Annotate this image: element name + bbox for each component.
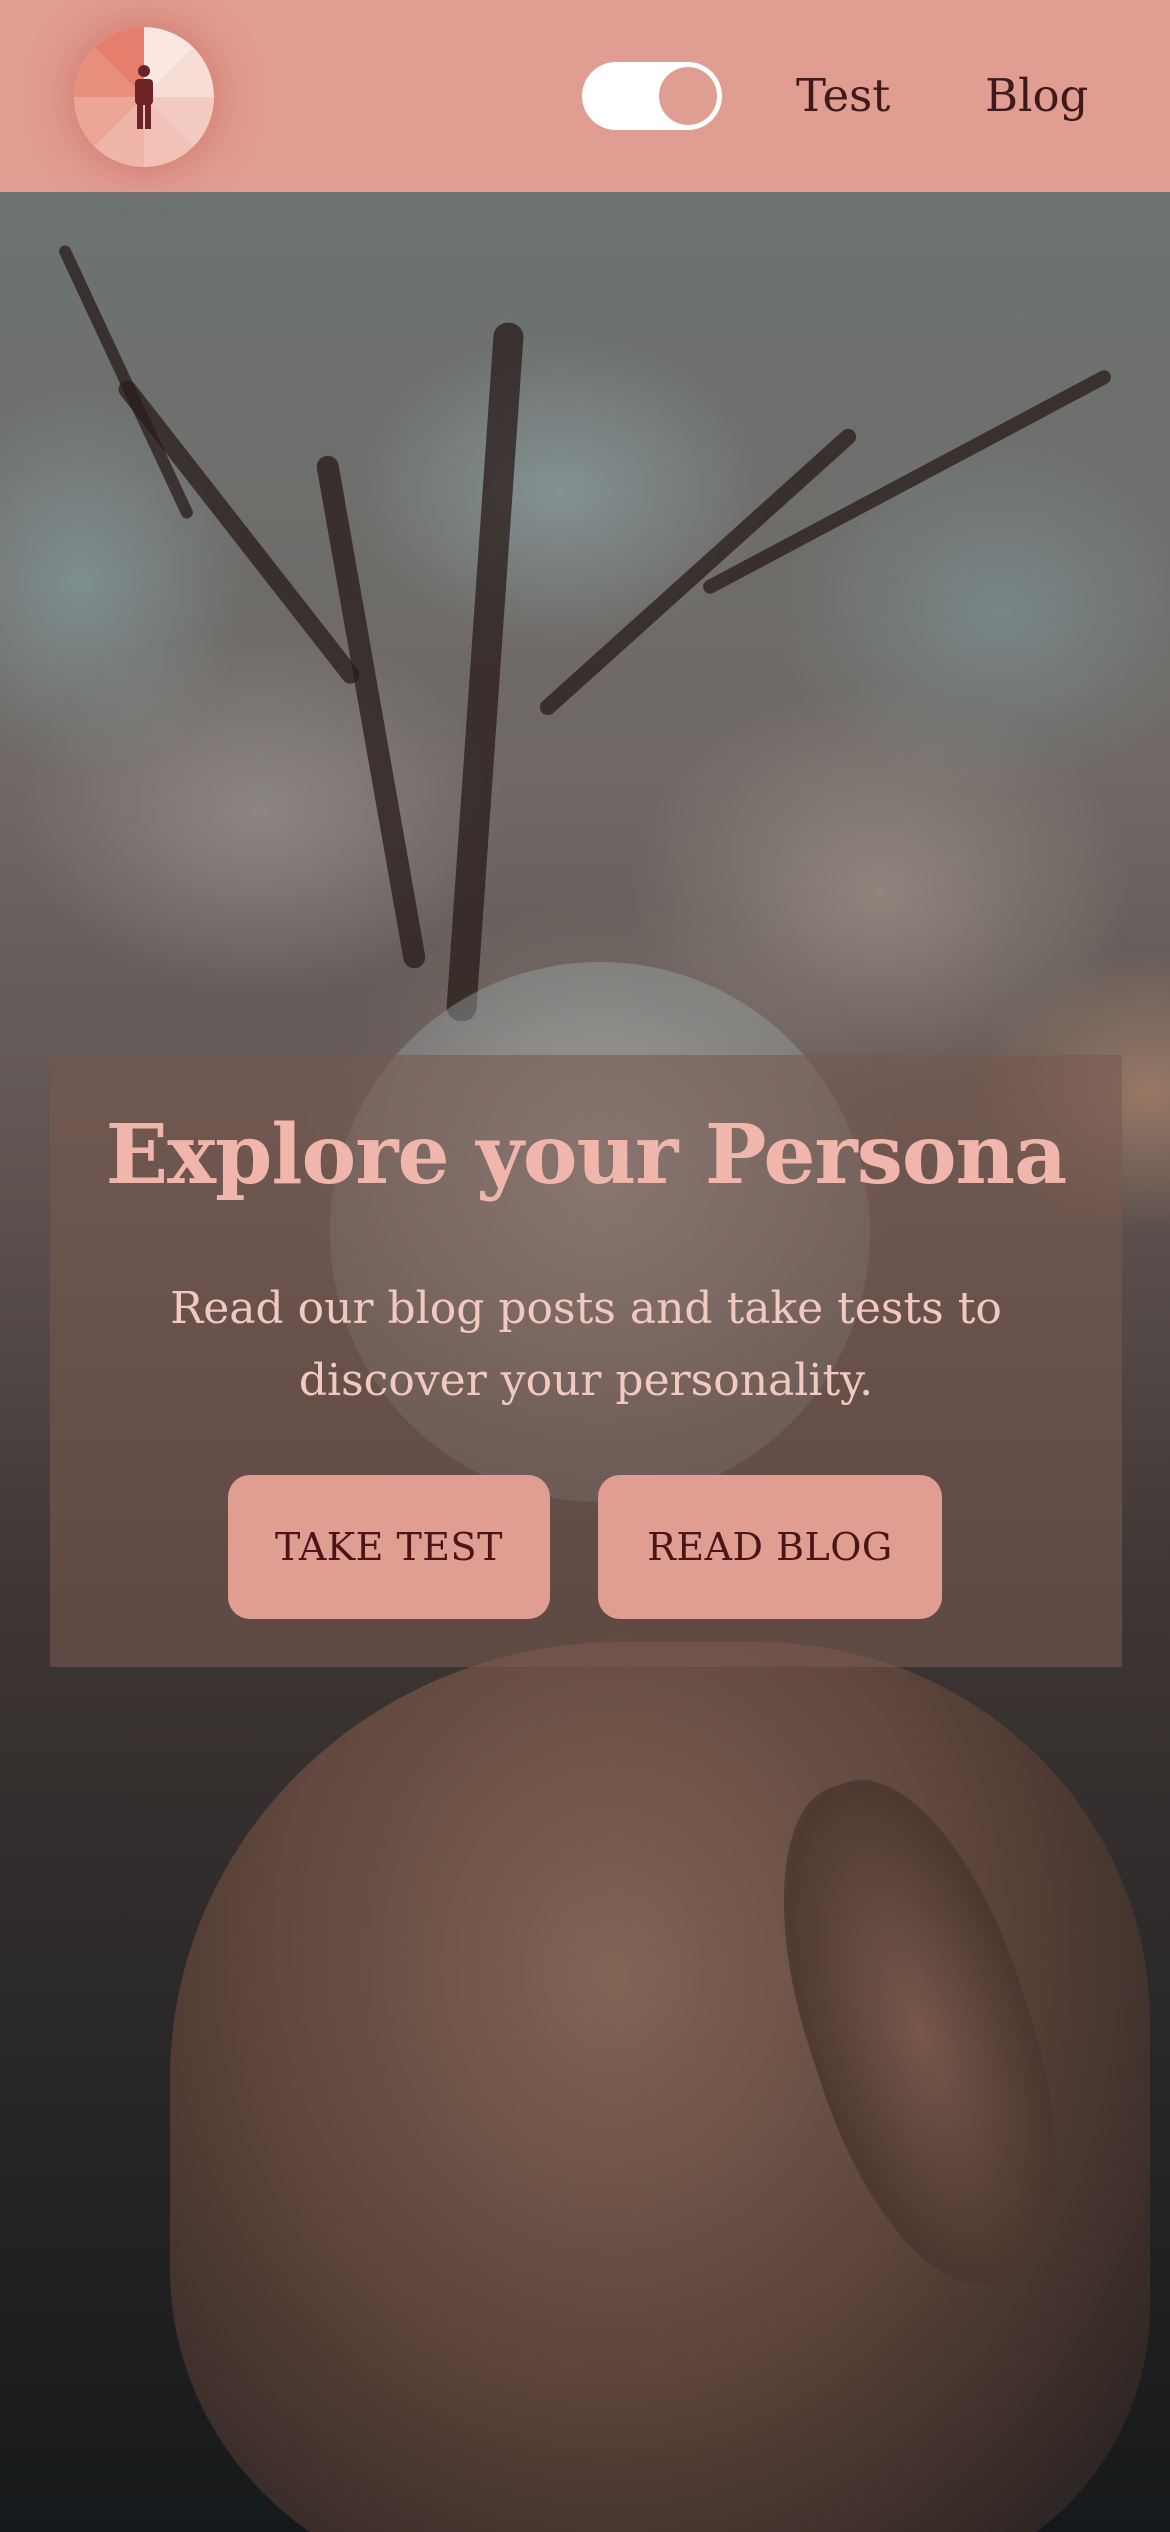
person-wheel-logo-icon [74,27,214,167]
nav-link-blog[interactable]: Blog [985,62,1088,130]
tree-branch [315,454,427,970]
logo[interactable] [74,27,214,167]
read-blog-button[interactable]: READ BLOG [598,1475,942,1619]
theme-toggle[interactable] [582,62,722,130]
nav-link-test[interactable]: Test [796,62,890,130]
tree-branch [445,321,525,1023]
hero-subtitle: Read our blog posts and take tests to di… [170,1283,1002,1406]
toggle-knob [659,67,717,125]
take-test-button[interactable]: TAKE TEST [228,1475,550,1619]
hero-card: Explore your Persona Read our blog posts… [50,1055,1122,1667]
tree-branch [700,367,1114,597]
top-nav-bar: Test Blog [0,0,1170,192]
hero-title: Explore your Persona [105,1107,1068,1203]
tree-branch [57,243,195,521]
tree-branch [536,425,860,719]
